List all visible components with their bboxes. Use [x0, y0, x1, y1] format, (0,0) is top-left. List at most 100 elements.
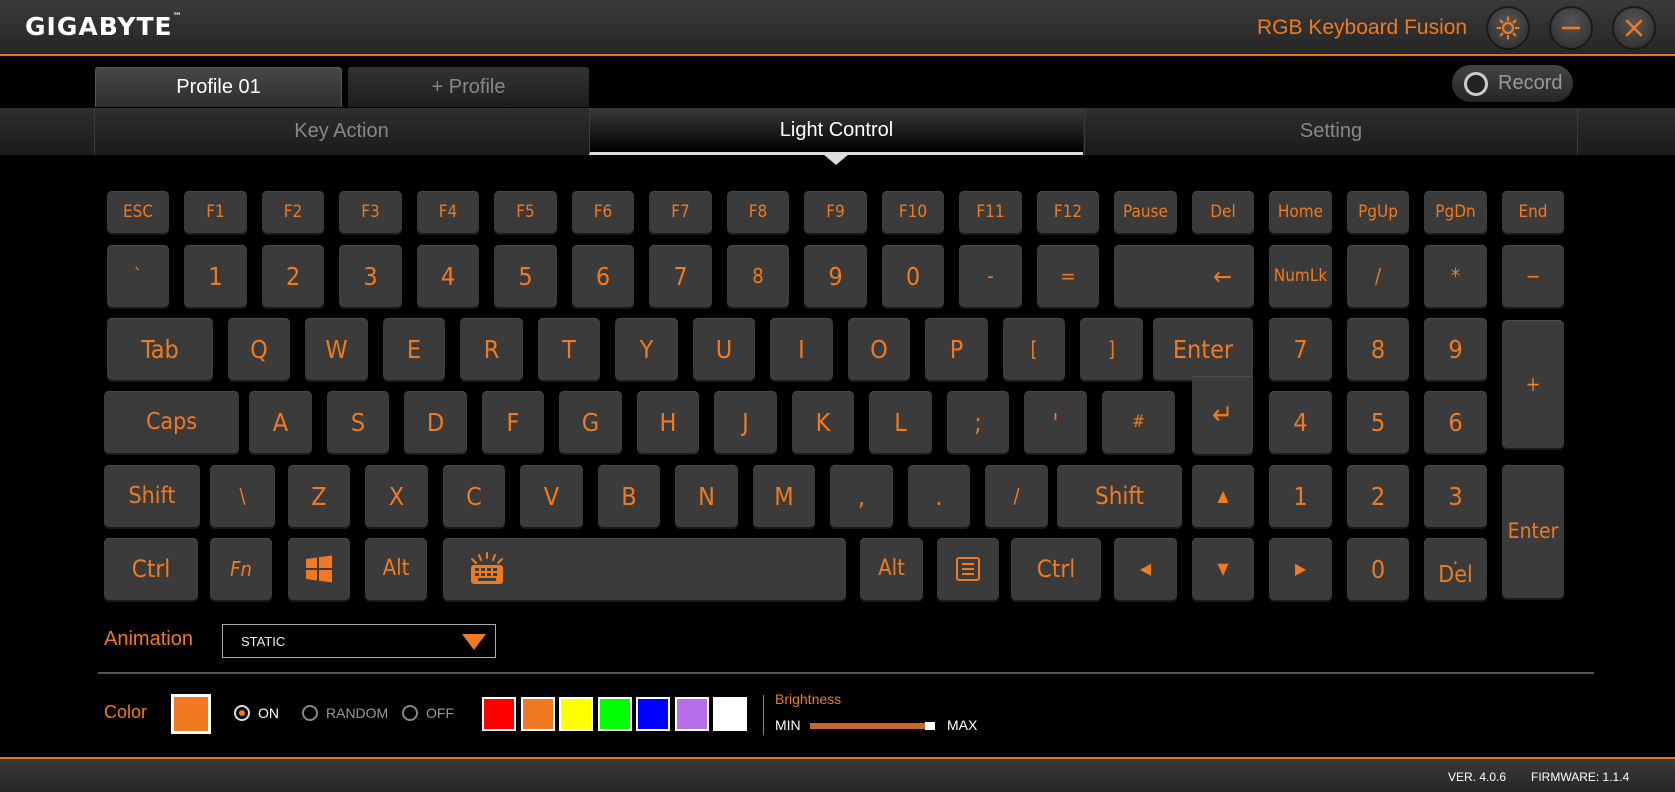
animation-dropdown[interactable]: STATIC — [222, 624, 496, 658]
key-caps-lock[interactable]: Caps — [104, 391, 239, 453]
close-button[interactable] — [1612, 6, 1656, 50]
key-numpad-slash[interactable]: / — [1347, 245, 1409, 307]
key-m[interactable]: M — [753, 465, 815, 527]
key-enter[interactable]: Enter — [1153, 318, 1253, 380]
key-right-alt[interactable]: Alt — [860, 538, 923, 600]
key-right-ctrl[interactable]: Ctrl — [1011, 538, 1101, 600]
key-home[interactable]: Home — [1269, 191, 1332, 233]
color-swatch[interactable] — [597, 697, 632, 731]
key-8[interactable]: 8 — [727, 245, 789, 307]
key-numpad-del[interactable]: . Del — [1424, 538, 1487, 600]
key-q[interactable]: Q — [228, 318, 290, 380]
key-c[interactable]: C — [443, 465, 505, 527]
key-t[interactable]: T — [538, 318, 600, 380]
key-equals[interactable]: = — [1037, 245, 1099, 307]
tab-light-control[interactable]: Light Control — [589, 108, 1083, 155]
key-f5[interactable]: F5 — [494, 191, 557, 233]
add-profile-tab[interactable]: + Profile — [348, 67, 589, 107]
key-arrow-left[interactable]: ◀ — [1114, 538, 1177, 600]
key-end[interactable]: End — [1502, 191, 1564, 233]
key-l[interactable]: L — [869, 391, 932, 453]
key-numpad-7[interactable]: 7 — [1269, 318, 1332, 380]
settings-button[interactable] — [1486, 6, 1530, 50]
key-minus[interactable]: - — [959, 245, 1022, 307]
key-numpad-9[interactable]: 9 — [1424, 318, 1487, 380]
key-f7[interactable]: F7 — [649, 191, 712, 233]
key-6[interactable]: 6 — [572, 245, 634, 307]
key-arrow-down[interactable]: ▼ — [1192, 538, 1254, 600]
key-1[interactable]: 1 — [184, 245, 247, 307]
key-fn[interactable]: Fn — [210, 538, 272, 600]
key-quote[interactable]: ' — [1024, 391, 1087, 453]
key-d[interactable]: D — [404, 391, 467, 453]
color-swatch[interactable] — [674, 697, 709, 731]
key-numpad-enter[interactable]: Enter — [1502, 465, 1564, 598]
key-s[interactable]: S — [327, 391, 389, 453]
key-4[interactable]: 4 — [417, 245, 479, 307]
key-numpad-6[interactable]: 6 — [1424, 391, 1487, 453]
key-u[interactable]: U — [693, 318, 755, 380]
key-a[interactable]: A — [249, 391, 312, 453]
key-k[interactable]: K — [792, 391, 854, 453]
key-right-shift[interactable]: Shift — [1057, 465, 1182, 527]
key-i[interactable]: I — [770, 318, 833, 380]
key-f6[interactable]: F6 — [572, 191, 634, 233]
color-mode-random[interactable]: RANDOM — [302, 705, 388, 721]
color-swatch[interactable] — [520, 697, 555, 731]
key-5[interactable]: 5 — [494, 245, 557, 307]
key-numpad-8[interactable]: 8 — [1347, 318, 1409, 380]
key-h[interactable]: H — [637, 391, 699, 453]
key-w[interactable]: W — [305, 318, 368, 380]
key-2[interactable]: 2 — [262, 245, 324, 307]
key-n[interactable]: N — [675, 465, 738, 527]
key-left-shift[interactable]: Shift — [104, 465, 200, 527]
key-left-ctrl[interactable]: Ctrl — [104, 538, 198, 600]
key-f12[interactable]: F12 — [1037, 191, 1099, 233]
color-mode-off[interactable]: OFF — [402, 705, 454, 721]
key-7[interactable]: 7 — [649, 245, 712, 307]
key-numpad-2[interactable]: 2 — [1347, 465, 1409, 527]
key-left-alt[interactable]: Alt — [365, 538, 427, 600]
key-left-bracket[interactable]: [ — [1003, 318, 1065, 380]
key-z[interactable]: Z — [288, 465, 350, 527]
key-y[interactable]: Y — [615, 318, 678, 380]
key-0[interactable]: 0 — [882, 245, 944, 307]
current-color-swatch[interactable] — [171, 694, 211, 734]
record-button[interactable]: Record — [1452, 65, 1573, 102]
key-j[interactable]: J — [714, 391, 777, 453]
key-period[interactable]: . — [908, 465, 970, 527]
key-slash[interactable]: / — [985, 465, 1048, 527]
key-numpad-1[interactable]: 1 — [1269, 465, 1332, 527]
key-v[interactable]: V — [520, 465, 583, 527]
key-arrow-right[interactable]: ▶ — [1269, 538, 1332, 600]
key-p[interactable]: P — [925, 318, 988, 380]
color-swatch[interactable] — [482, 697, 516, 731]
key-g[interactable]: G — [559, 391, 622, 453]
key-f[interactable]: F — [482, 391, 544, 453]
key-f3[interactable]: F3 — [339, 191, 402, 233]
key-page-up[interactable]: PgUp — [1347, 191, 1409, 233]
key-tab[interactable]: Tab — [107, 318, 213, 380]
key-numlock[interactable]: NumLk — [1269, 245, 1332, 307]
key-backtick[interactable]: ` — [107, 245, 169, 307]
key-3[interactable]: 3 — [339, 245, 402, 307]
color-swatch[interactable] — [713, 697, 747, 731]
tab-key-action[interactable]: Key Action — [94, 108, 588, 155]
key-b[interactable]: B — [598, 465, 660, 527]
key-o[interactable]: O — [848, 318, 910, 380]
key-backslash[interactable]: \ — [210, 465, 275, 527]
key-enter-lower[interactable]: ↵ — [1192, 376, 1253, 454]
key-numpad-plus[interactable]: + — [1502, 320, 1564, 448]
color-swatch[interactable] — [636, 697, 670, 731]
key-numpad-3[interactable]: 3 — [1424, 465, 1487, 527]
key-f11[interactable]: F11 — [959, 191, 1022, 233]
key-menu[interactable] — [937, 538, 999, 600]
key-f10[interactable]: F10 — [882, 191, 944, 233]
key-esc[interactable]: ESC — [107, 191, 169, 233]
key-numpad-4[interactable]: 4 — [1269, 391, 1332, 453]
key-e[interactable]: E — [383, 318, 445, 380]
key-space[interactable] — [443, 538, 846, 600]
key-pause[interactable]: Pause — [1114, 191, 1177, 233]
key-numpad-asterisk[interactable]: * — [1424, 245, 1487, 307]
key-9[interactable]: 9 — [804, 245, 867, 307]
